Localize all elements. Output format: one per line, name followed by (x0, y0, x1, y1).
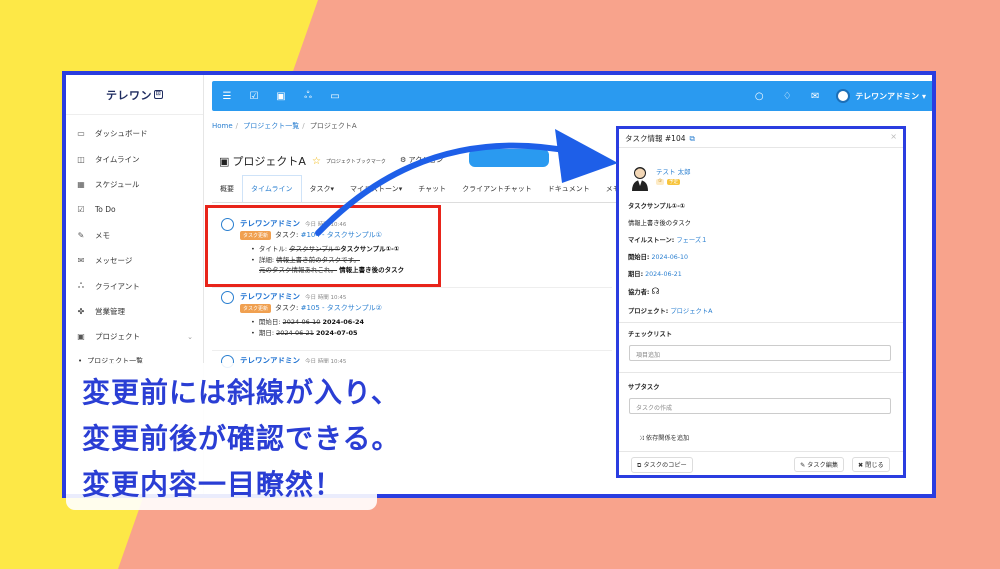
tab-bar: 概要 タイムライン タスク▾ マイルストーン▾ チャット クライアントチャット … (212, 175, 642, 203)
edit-task-button[interactable]: ✎ タスク編集 (794, 457, 845, 472)
caption-line-2: 変更前後が確認できる。 (82, 422, 401, 455)
task-link[interactable]: #105 - タスクサンプル② (301, 303, 382, 313)
caption-line-1: 変更前には斜線が入り、 (82, 376, 400, 409)
tab-milestones[interactable]: マイルストーン▾ (342, 184, 410, 202)
handshake-icon: ✤ (77, 306, 85, 316)
sidebar-item-schedule[interactable]: ▦ スケジュール (66, 172, 203, 197)
pencil-icon: ✎ (800, 462, 806, 469)
monitor-icon[interactable]: ▭ (328, 89, 342, 103)
briefcase-icon[interactable]: ▣ (274, 89, 288, 103)
bell-icon[interactable]: ♢ (780, 89, 794, 103)
gear-icon: ⚙ (400, 156, 407, 164)
sidebar-item-client[interactable]: ஃ クライアント (66, 273, 203, 298)
task-detail-panel: タスク情報 #104 ⧉ × テスト 太郎 ① 予定 タスクサンプル①-① 情報上… (616, 126, 906, 478)
subtask-input[interactable]: タスクの作成 (629, 398, 891, 414)
task-assignee[interactable]: テスト 太郎 (656, 166, 691, 176)
user-avatar-icon (632, 167, 648, 191)
checklist-input[interactable]: 項目追加 (629, 345, 891, 361)
sidebar-item-memo[interactable]: ✎ メモ (66, 223, 203, 248)
sidebar-item-sales[interactable]: ✤ 営業管理 (66, 299, 203, 324)
avatar (221, 291, 234, 304)
tab-chat[interactable]: チャット (410, 184, 454, 202)
breadcrumb-project-list[interactable]: プロジェクト一覧 (243, 122, 299, 130)
highlight-box (205, 205, 441, 287)
users-icon: ஃ (77, 281, 85, 291)
tab-timeline[interactable]: タイムライン (242, 175, 302, 202)
caption-box: 変更前には斜線が入り、 変更前後が確認できる。 変更内容一目瞭然！ (66, 363, 401, 510)
star-icon[interactable]: ☆ (312, 156, 321, 167)
user-menu[interactable]: テレワンアドミン ▾ (855, 91, 926, 102)
timeline-icon: ◫ (77, 154, 85, 164)
action-button[interactable]: ⚙ アクション (400, 155, 443, 165)
close-icon[interactable]: × (890, 132, 897, 141)
divider (212, 350, 612, 351)
close-button[interactable]: ✖ 閉じる (852, 457, 890, 472)
briefcase-icon: ▣ (77, 332, 85, 342)
app-logo[interactable]: テレワン ⊡ (66, 75, 203, 115)
divider (212, 287, 612, 288)
milestone-link[interactable]: フェーズ１ (676, 237, 707, 244)
briefcase-icon: ▣ (219, 154, 230, 168)
sidebar-item-dashboard[interactable]: ▭ ダッシュボード (66, 121, 203, 146)
activity-user[interactable]: テレワンアドミン (240, 292, 300, 301)
users-icon[interactable]: ஃ (301, 89, 315, 103)
mail-icon[interactable]: ✉ (808, 89, 822, 103)
menu-icon[interactable]: ☰ (220, 89, 234, 103)
chevron-down-icon: ⌄ (187, 332, 193, 341)
checkbox-icon[interactable]: ☑ (247, 89, 261, 103)
search-icon[interactable]: ○ (752, 89, 766, 103)
topbar: ☰ ☑ ▣ ஃ ▭ ○ ♢ ✉ テレワンアドミン ▾ (212, 81, 932, 111)
monitor-icon: ▭ (77, 129, 85, 139)
tab-client-chat[interactable]: クライアントチャット (454, 184, 540, 202)
close-icon: ✖ (858, 462, 864, 469)
tab-documents[interactable]: ドキュメント (540, 184, 598, 202)
breadcrumb: Home / プロジェクト一覧 / プロジェクトA (212, 122, 357, 130)
breadcrumb-home[interactable]: Home (212, 122, 233, 130)
status-badge: ① (656, 179, 665, 185)
tab-tasks[interactable]: タスク▾ (302, 184, 343, 202)
panel-title: タスク情報 #104 (625, 134, 686, 143)
add-dependency-button[interactable]: ⤨ 依存関係を追加 (634, 431, 695, 445)
project-link[interactable]: プロジェクトA (670, 308, 712, 315)
external-link-icon[interactable]: ⧉ (689, 134, 694, 143)
memo-icon: ✎ (77, 230, 85, 240)
change-list: 開始日: 2024-06-10 2024-06-24 期日: 2024-06-2… (251, 317, 364, 338)
sidebar-item-message[interactable]: ✉ メッセージ (66, 248, 203, 273)
mail-icon: ✉ (77, 256, 85, 266)
sidebar-item-todo[interactable]: ☑ To Do (66, 197, 203, 222)
page-title: ▣ プロジェクトA ☆ プロジェクトブックマーク (219, 154, 386, 169)
tab-overview[interactable]: 概要 (212, 184, 242, 202)
check-icon: ☑ (77, 205, 85, 215)
calendar-icon: ▦ (77, 179, 85, 189)
headset-icon: ☊ (651, 287, 660, 297)
primary-button[interactable] (469, 149, 549, 167)
avatar[interactable] (836, 89, 851, 103)
copy-task-button[interactable]: ⧉ タスクのコピー (631, 457, 693, 473)
status-badge: タスク更新 (240, 303, 272, 313)
caption-line-3: 変更内容一目瞭然！ (82, 468, 344, 501)
copy-icon: ⧉ (637, 462, 642, 469)
shuffle-icon: ⤨ (639, 435, 644, 442)
breadcrumb-current: プロジェクトA (309, 122, 357, 130)
sidebar-item-project[interactable]: ▣ プロジェクト ⌄ (66, 324, 203, 349)
status-badge: 予定 (667, 179, 681, 185)
sidebar-item-timeline[interactable]: ◫ タイムライン (66, 146, 203, 171)
